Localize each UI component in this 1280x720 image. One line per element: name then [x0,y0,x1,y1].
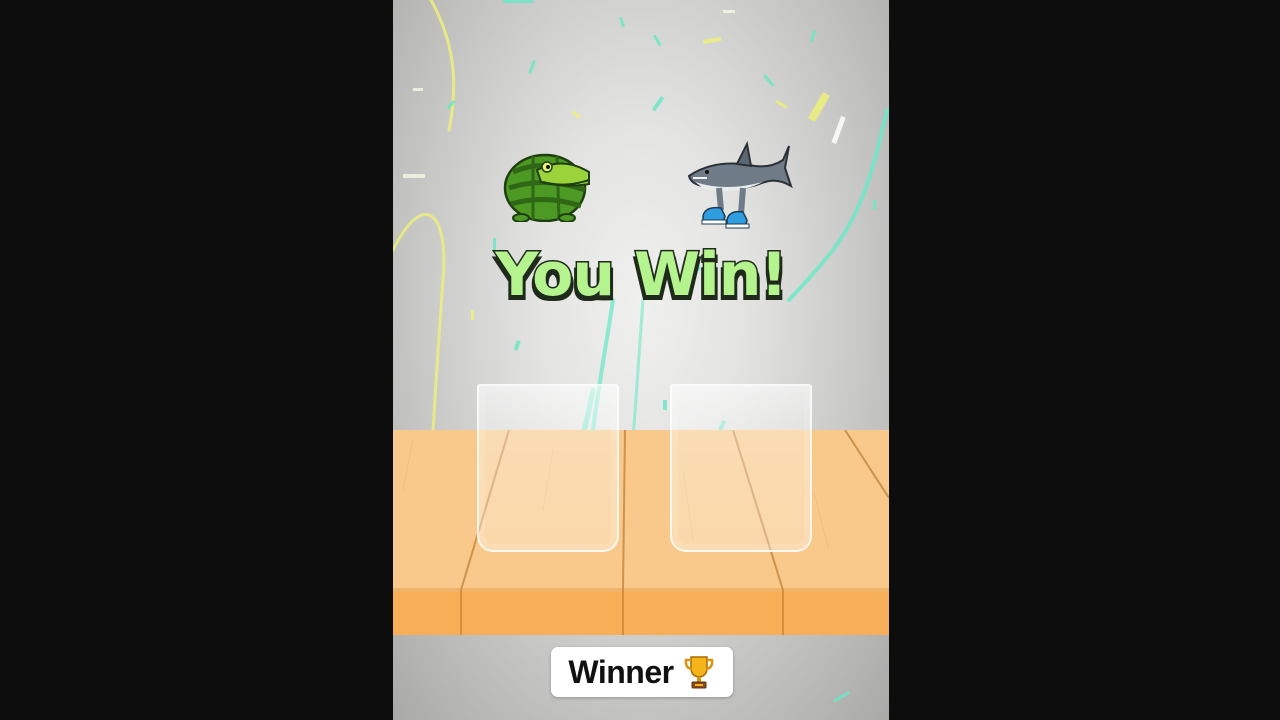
winner-badge: Winner [551,647,733,697]
result-title: You Win! [494,239,790,312]
trophy-icon [684,656,713,689]
watermelon-crocodile-character [503,153,590,222]
wooden-table [393,430,889,635]
right-cup[interactable] [670,384,812,552]
game-stage: You Win! Winner [393,0,889,720]
shark-with-sneakers-character [687,140,793,229]
left-cup[interactable] [477,384,619,552]
winner-label: Winner [568,653,674,690]
